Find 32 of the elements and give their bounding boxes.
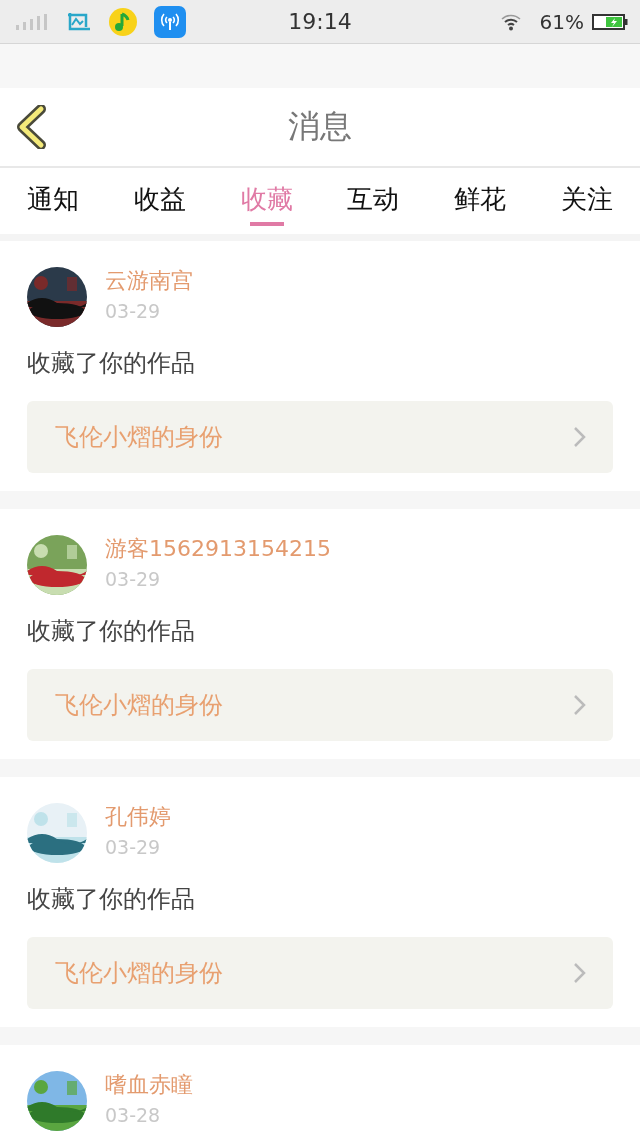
- tab[interactable]: 鲜花: [426, 168, 534, 226]
- user-name[interactable]: 孔伟婷: [105, 803, 171, 831]
- music-app-icon[interactable]: [108, 6, 138, 37]
- work-title: 飞伦小熠的身份: [55, 422, 224, 453]
- battery-icon: [592, 13, 628, 30]
- work-title: 飞伦小熠的身份: [55, 958, 224, 989]
- message-text: 收藏了你的作品: [27, 616, 196, 647]
- image-icon: [66, 10, 92, 33]
- wifi-app-icon[interactable]: [154, 5, 186, 38]
- tab[interactable]: 收藏: [213, 168, 320, 226]
- battery-text: 61%: [539, 9, 584, 34]
- message-text: 收藏了你的作品: [27, 884, 196, 915]
- user-name[interactable]: 嗜血赤瞳: [105, 1071, 193, 1099]
- work-link[interactable]: 飞伦小熠的身份: [27, 669, 613, 741]
- work-link[interactable]: 飞伦小熠的身份: [27, 401, 613, 473]
- signal-icon: [16, 13, 50, 30]
- back-icon[interactable]: [16, 105, 46, 149]
- tab[interactable]: 通知: [0, 168, 107, 226]
- message-text: 收藏了你的作品: [27, 348, 196, 379]
- work-link[interactable]: 飞伦小熠的身份: [27, 937, 613, 1009]
- user-name[interactable]: 游客1562913154215: [105, 535, 331, 563]
- tab[interactable]: 关注: [533, 168, 640, 226]
- clock-text: 19:14: [287, 9, 353, 34]
- page-title: 消息: [287, 106, 353, 147]
- tab[interactable]: 互动: [320, 168, 427, 226]
- work-title: 飞伦小熠的身份: [55, 690, 224, 721]
- chevron-right-icon: [573, 962, 587, 984]
- wifi-icon: [499, 12, 522, 31]
- user-name[interactable]: 云游南宫: [105, 267, 193, 295]
- chevron-right-icon: [573, 426, 587, 448]
- chevron-right-icon: [573, 694, 587, 716]
- tab[interactable]: 收益: [106, 168, 214, 226]
